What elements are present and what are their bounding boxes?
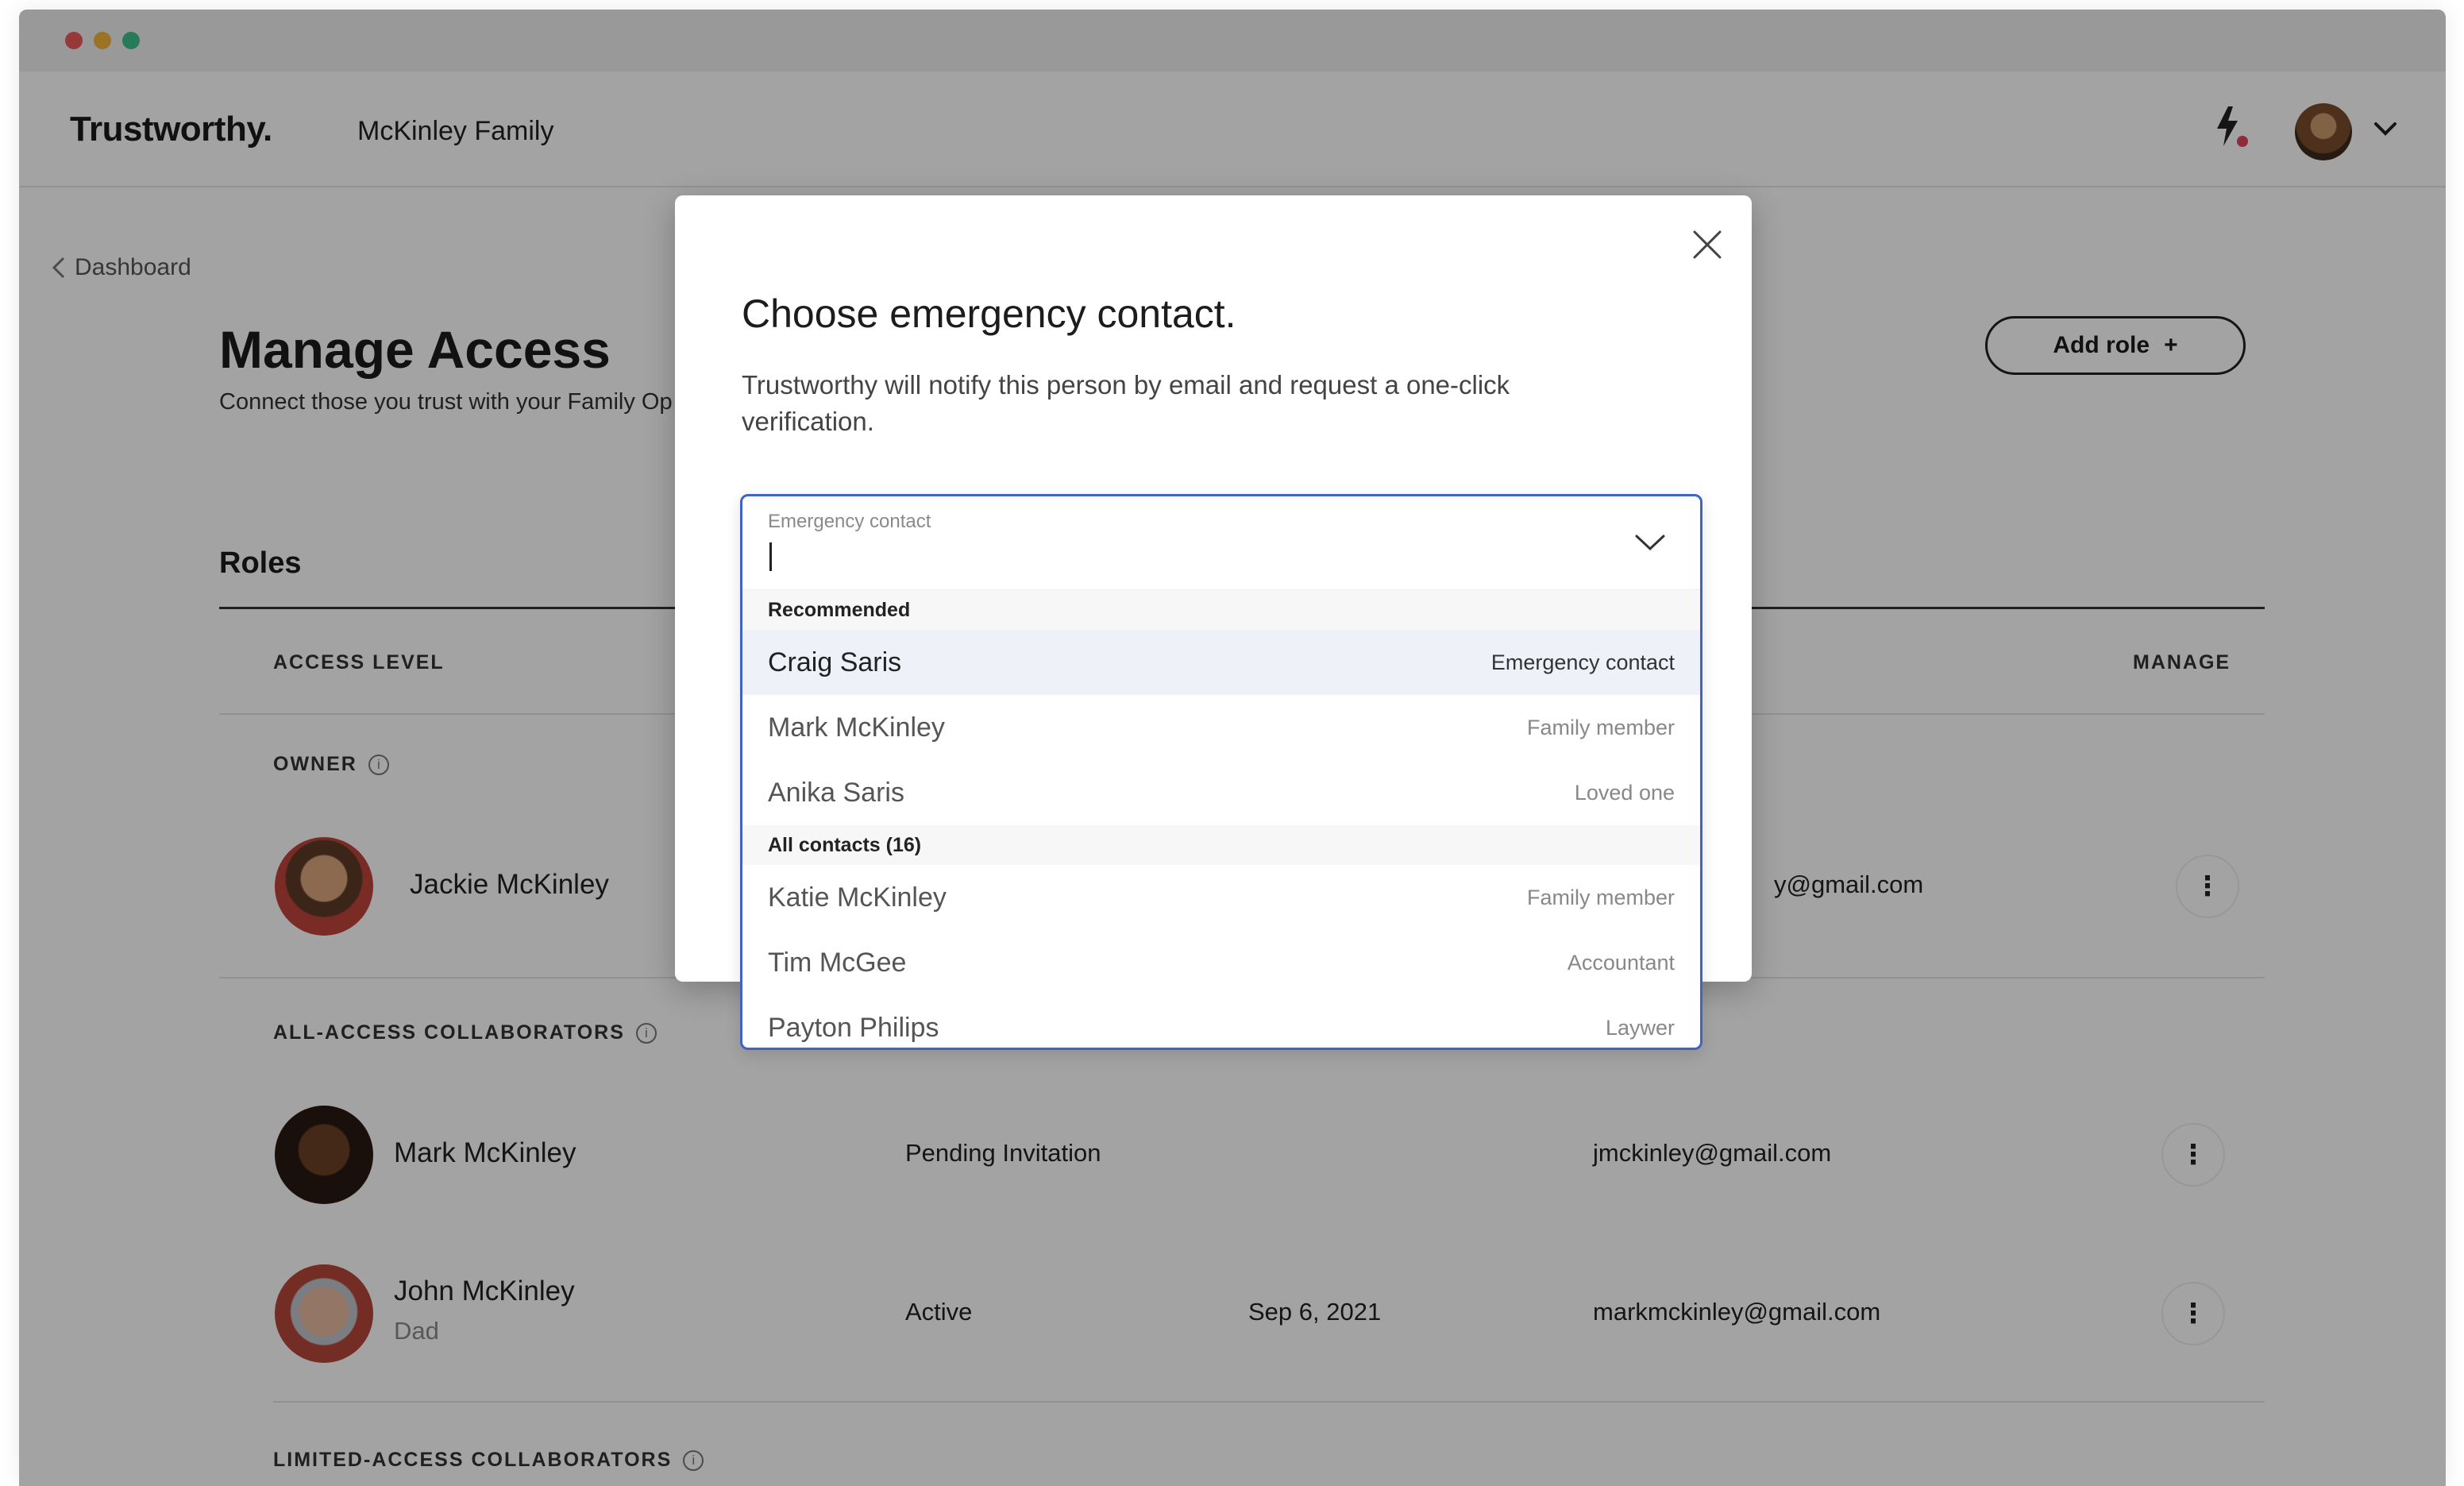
emergency-contact-field[interactable]: Emergency contact xyxy=(742,496,1700,590)
chevron-down-icon[interactable] xyxy=(1632,528,1668,557)
emergency-contact-dropdown[interactable]: Emergency contact Recommended Craig Sari… xyxy=(740,494,1702,1050)
recommended-group-label: Recommended xyxy=(742,590,1700,630)
close-icon[interactable] xyxy=(1690,227,1725,262)
contact-option[interactable]: Payton Philips Laywer xyxy=(742,995,1700,1048)
contact-option-role: Loved one xyxy=(1574,780,1675,805)
contact-option-role: Emergency contact xyxy=(1490,650,1675,674)
contact-option-name: Katie McKinley xyxy=(768,882,947,913)
contact-option-role: Accountant xyxy=(1567,950,1675,975)
contact-option[interactable]: Tim McGee Accountant xyxy=(742,930,1700,995)
contact-option-name: Anika Saris xyxy=(768,777,904,808)
contact-option-role: Family member xyxy=(1526,885,1675,909)
contact-option-name: Mark McKinley xyxy=(768,712,945,743)
contact-option-name: Tim McGee xyxy=(768,947,907,978)
modal-title: Choose emergency contact. xyxy=(742,291,1236,336)
all-contacts-group-label: All contacts (16) xyxy=(742,825,1700,865)
field-label: Emergency contact xyxy=(768,511,931,532)
text-caret xyxy=(769,542,772,571)
contact-option-role: Laywer xyxy=(1605,1015,1675,1040)
contact-option[interactable]: Anika Saris Loved one xyxy=(742,760,1700,825)
contact-option-role: Family member xyxy=(1526,715,1675,739)
contact-option[interactable]: Katie McKinley Family member xyxy=(742,865,1700,930)
contact-option-name: Craig Saris xyxy=(768,647,902,677)
modal-description: Trustworthy will notify this person by e… xyxy=(742,370,1510,436)
contact-option-name: Payton Philips xyxy=(768,1012,939,1043)
contact-option[interactable]: Mark McKinley Family member xyxy=(742,695,1700,760)
contact-option[interactable]: Craig Saris Emergency contact xyxy=(742,630,1700,695)
